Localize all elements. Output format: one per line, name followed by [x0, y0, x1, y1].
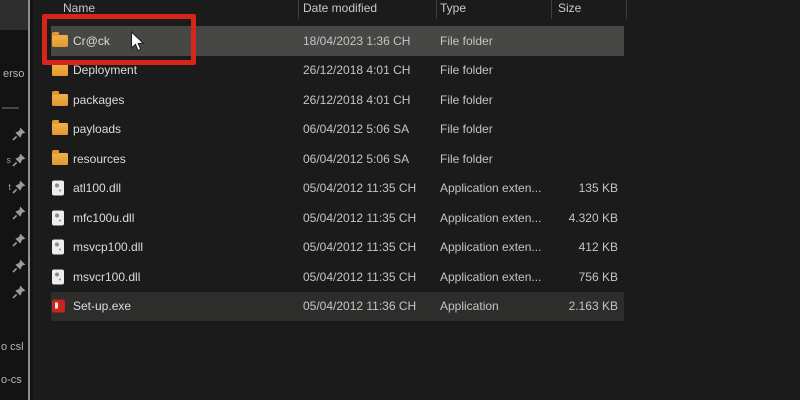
file-date-modified: 05/04/2012 11:35 CH — [303, 210, 417, 225]
pin-icon[interactable] — [6, 233, 26, 249]
column-separator[interactable] — [551, 0, 552, 19]
file-icon — [52, 210, 64, 226]
file-name: atl100.dll — [73, 181, 122, 196]
red-highlight-box — [42, 14, 196, 65]
window-edge-scrollbar[interactable] — [28, 0, 30, 400]
file-date-modified: 05/04/2012 11:36 CH — [303, 299, 417, 314]
pin-icon[interactable] — [6, 259, 26, 275]
file-row[interactable]: packages 26/12/2018 4:01 CH File folder — [51, 85, 624, 115]
column-header-type[interactable]: Type — [440, 1, 466, 15]
file-name: resources — [73, 151, 126, 166]
file-type: File folder — [440, 63, 493, 78]
file-type: Application exten... — [440, 269, 542, 284]
file-icon — [52, 269, 64, 285]
file-icon — [52, 239, 64, 255]
screen: erso s t o csl o-cs Name Date modified T… — [0, 0, 800, 400]
file-icon — [52, 90, 68, 106]
column-header-name[interactable]: Name — [63, 1, 95, 15]
file-row[interactable]: resources 06/04/2012 5:06 SA File folder — [51, 144, 624, 174]
column-header-size[interactable]: Size — [558, 1, 581, 15]
file-date-modified: 18/04/2023 1:36 CH — [303, 33, 411, 48]
pin-icon[interactable] — [6, 127, 26, 143]
file-date-modified: 05/04/2012 11:35 CH — [303, 240, 417, 255]
pin-icon[interactable]: s — [6, 153, 26, 169]
sidebar-divider — [2, 107, 19, 109]
sidebar-text-fragment: erso — [3, 68, 25, 80]
file-row[interactable]: Set-up.exe 05/04/2012 11:36 CH Applicati… — [51, 291, 624, 321]
file-name: Set-up.exe — [73, 299, 132, 314]
file-size: 2.163 KB — [568, 299, 618, 314]
file-size: 4.320 KB — [568, 210, 618, 225]
file-type: Application exten... — [440, 210, 542, 225]
file-name: msvcp100.dll — [73, 240, 144, 255]
file-type: File folder — [440, 122, 493, 137]
file-icon — [52, 61, 68, 77]
file-size: 135 KB — [578, 181, 618, 196]
file-name: payloads — [73, 122, 122, 137]
file-name: mfc100u.dll — [73, 210, 135, 225]
file-type: Application — [440, 299, 499, 314]
column-separator[interactable] — [436, 0, 437, 19]
file-date-modified: 05/04/2012 11:35 CH — [303, 269, 417, 284]
file-type: File folder — [440, 92, 493, 107]
mouse-cursor-icon — [130, 31, 145, 52]
file-row[interactable]: msvcr100.dll 05/04/2012 11:35 CH Applica… — [51, 262, 624, 292]
file-row[interactable]: mfc100u.dll 05/04/2012 11:35 CH Applicat… — [51, 203, 624, 233]
sidebar-text-fragment: o-cs — [1, 374, 22, 386]
file-icon — [52, 299, 65, 313]
file-name: msvcr100.dll — [73, 269, 141, 284]
file-date-modified: 06/04/2012 5:06 SA — [303, 122, 410, 137]
file-name: Deployment — [73, 63, 138, 78]
file-row[interactable]: payloads 06/04/2012 5:06 SA File folder — [51, 115, 624, 145]
file-size: 412 KB — [578, 240, 618, 255]
pin-icon[interactable]: t — [6, 180, 26, 196]
pin-text-fragment: s — [6, 155, 12, 166]
pin-text-fragment: t — [8, 181, 11, 192]
file-type: Application exten... — [440, 181, 542, 196]
file-type: File folder — [440, 151, 493, 166]
file-icon — [52, 149, 68, 165]
column-separator[interactable] — [626, 0, 627, 19]
file-icon — [52, 120, 68, 136]
file-date-modified: 06/04/2012 5:06 SA — [303, 151, 410, 166]
file-date-modified: 26/12/2018 4:01 CH — [303, 92, 411, 107]
file-row[interactable]: msvcp100.dll 05/04/2012 11:35 CH Applica… — [51, 233, 624, 263]
file-row[interactable]: atl100.dll 05/04/2012 11:35 CH Applicati… — [51, 174, 624, 204]
file-name: packages — [73, 92, 125, 107]
sidebar-text-fragment: o csl — [1, 341, 24, 353]
sidebar-corner-box — [0, 0, 30, 30]
column-separator[interactable] — [298, 0, 299, 19]
file-icon — [52, 180, 64, 196]
file-date-modified: 26/12/2018 4:01 CH — [303, 63, 411, 78]
file-size: 756 KB — [578, 269, 618, 284]
file-type: Application exten... — [440, 240, 542, 255]
pin-icon[interactable] — [6, 285, 26, 301]
pin-icon[interactable] — [6, 206, 26, 222]
file-date-modified: 05/04/2012 11:35 CH — [303, 181, 417, 196]
file-type: File folder — [440, 33, 493, 48]
column-header-date-modified[interactable]: Date modified — [303, 1, 377, 15]
